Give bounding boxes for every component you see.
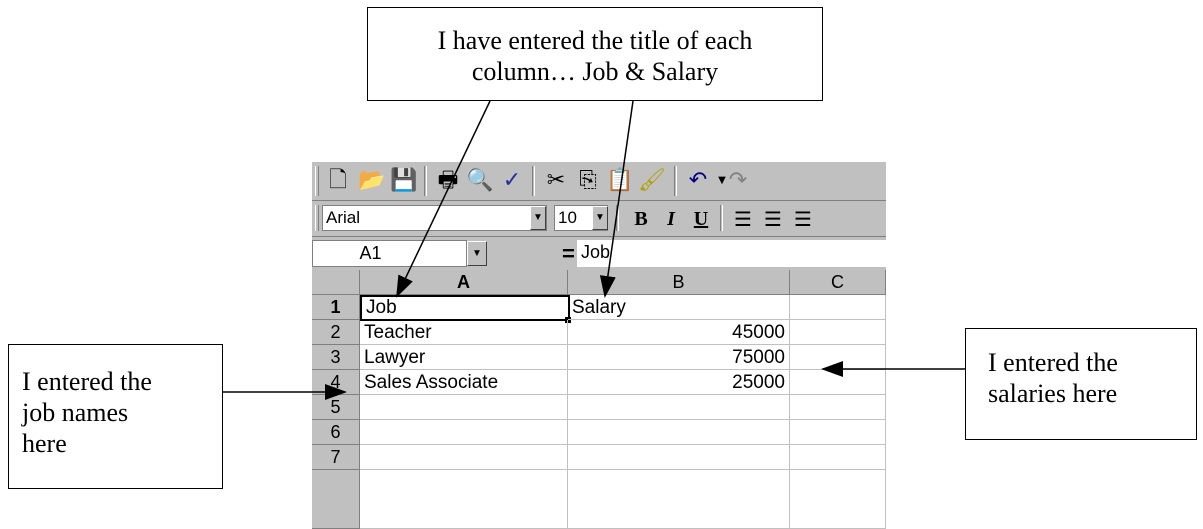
row-header-8[interactable] [312,470,360,529]
formula-bar: A1 ▼ = Job [312,237,886,270]
cell-c6[interactable] [790,420,886,445]
row-header-3[interactable]: 3 [312,345,360,370]
cell-c1[interactable] [790,295,886,320]
formula-input[interactable]: Job [577,240,886,267]
toolbar-separator [532,166,535,196]
font-name-dropdown-icon[interactable]: ▼ [530,206,546,230]
align-center-icon[interactable]: ☰ [760,206,786,232]
formatting-toolbar: Arial ▼ 10 ▼ B I U ☰ ☰ ☰ [312,201,886,237]
row-header-5[interactable]: 5 [312,395,360,420]
row-header-6[interactable]: 6 [312,420,360,445]
cell-b8[interactable] [568,470,790,529]
cell-a5[interactable] [360,395,568,420]
print-preview-icon[interactable]: 🔍 [466,166,494,196]
cell-b2[interactable]: 45000 [568,320,790,345]
format-painter-icon[interactable]: 🖌 [638,166,666,196]
toolbar-separator [720,205,723,231]
callout-text: I entered the [988,348,1118,377]
name-box[interactable]: A1 [312,240,467,267]
align-right-icon[interactable]: ☰ [790,206,816,232]
underline-button[interactable]: U [688,206,714,232]
cell-c3[interactable] [790,345,886,370]
cell-b5[interactable] [568,395,790,420]
edit-formula-button[interactable]: = [562,239,575,268]
cell-a2[interactable]: Teacher [360,320,568,345]
spelling-icon[interactable]: ✓ [498,166,526,196]
cell-b1[interactable]: Salary [568,295,790,320]
spreadsheet-window: 🗋 📂 💾 🖶 🔍 ✓ ✂ ⎘ 📋 🖌 ↶ ▼ ↷ Arial ▼ 10 ▼ B… [312,162,886,529]
cell-c4[interactable] [790,370,886,395]
cell-b6[interactable] [568,420,790,445]
cell-a7[interactable] [360,445,568,470]
callout-text: I have entered the title of each [437,26,753,55]
cell-b7[interactable] [568,445,790,470]
callout-text: salaries here [988,379,1118,408]
copy-icon[interactable]: ⎘ [574,166,602,196]
row-header-7[interactable]: 7 [312,445,360,470]
callout-column-titles: I have entered the title of each column…… [367,7,823,101]
cell-a1[interactable]: Job [360,295,570,321]
cell-a8[interactable] [360,470,568,529]
worksheet-grid: A B C 1 2 3 4 5 6 7 Job Salary Teacher 4… [312,270,886,529]
cell-c8[interactable] [790,470,886,529]
paste-icon[interactable]: 📋 [606,166,634,196]
toolbar-separator [674,166,677,196]
redo-icon[interactable]: ↷ [724,166,752,196]
cell-a4[interactable]: Sales Associate [360,370,568,395]
align-left-icon[interactable]: ☰ [730,206,756,232]
cell-c7[interactable] [790,445,886,470]
toolbar-grip[interactable] [315,166,319,196]
bold-button[interactable]: B [628,206,654,232]
column-header-b[interactable]: B [568,270,790,295]
row-header-4[interactable]: 4 [312,370,360,395]
callout-salaries: I entered the salaries here [965,328,1197,440]
italic-button[interactable]: I [658,206,684,232]
callout-text: job names [22,398,129,427]
cell-b3[interactable]: 75000 [568,345,790,370]
callout-text: column… Job & Salary [471,57,719,86]
toolbar-separator [616,205,619,231]
toolbar-separator [424,166,427,196]
callout-job-names: I entered the job names here [8,344,223,489]
cell-c5[interactable] [790,395,886,420]
cell-c2[interactable] [790,320,886,345]
column-header-a[interactable]: A [360,270,568,295]
standard-toolbar: 🗋 📂 💾 🖶 🔍 ✓ ✂ ⎘ 📋 🖌 ↶ ▼ ↷ [312,162,886,201]
row-header-1[interactable]: 1 [312,295,360,320]
column-header-c[interactable]: C [790,270,886,295]
row-header-2[interactable]: 2 [312,320,360,345]
save-disk-icon[interactable]: 💾 [390,166,418,196]
name-box-dropdown-icon[interactable]: ▼ [467,241,487,266]
print-icon[interactable]: 🖶 [434,166,462,196]
select-all-button[interactable] [312,270,360,295]
callout-text: here [22,429,67,458]
cut-icon[interactable]: ✂ [542,166,570,196]
toolbar-grip[interactable] [315,205,319,231]
cell-b4[interactable]: 25000 [568,370,790,395]
font-name-select[interactable]: Arial [322,205,547,231]
callout-text: I entered the [22,367,152,396]
font-size-dropdown-icon[interactable]: ▼ [592,206,608,230]
cell-a6[interactable] [360,420,568,445]
new-file-icon[interactable]: 🗋 [324,166,352,196]
open-folder-icon[interactable]: 📂 [358,166,386,196]
cell-a3[interactable]: Lawyer [360,345,568,370]
